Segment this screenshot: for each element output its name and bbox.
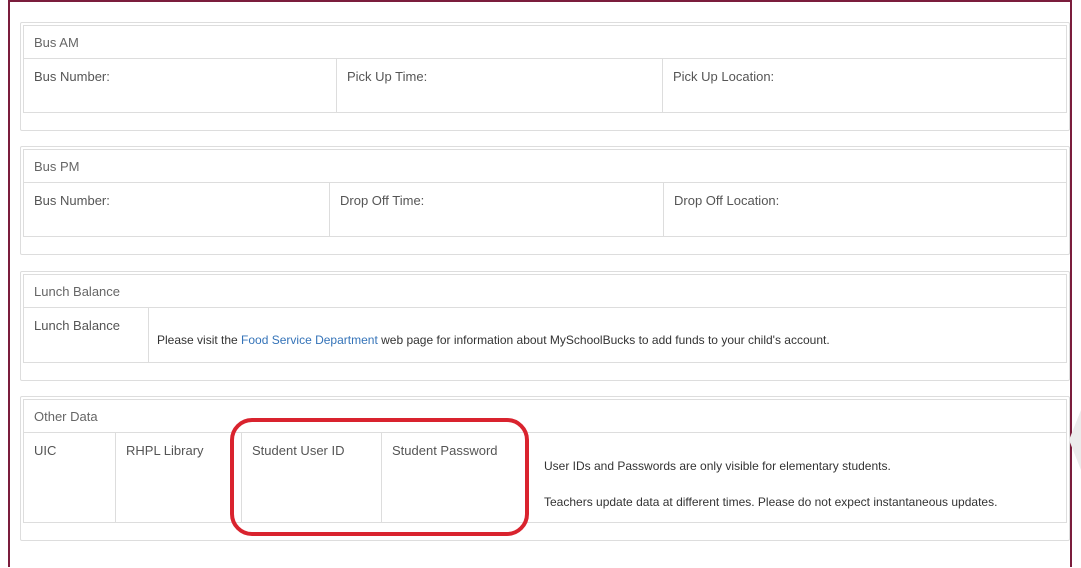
content-frame: Bus AM Bus Number: Pick Up Time: Pick Up… — [8, 0, 1072, 567]
bus-pm-number-cell: Bus Number: — [24, 183, 330, 236]
bus-am-row: Bus Number: Pick Up Time: Pick Up Locati… — [24, 59, 1066, 112]
bus-pm-dropoff-time-cell: Drop Off Time: — [330, 183, 664, 236]
lunch-note-prefix: Please visit the — [157, 333, 242, 347]
food-service-link[interactable]: Food Service Department — [241, 333, 378, 347]
bus-pm-panel: Bus PM Bus Number: Drop Off Time: Drop O… — [20, 146, 1070, 255]
bus-am-panel: Bus AM Bus Number: Pick Up Time: Pick Up… — [20, 22, 1070, 131]
watermark-shape — [1069, 410, 1081, 470]
lunch-note-cell: Please visit the Food Service Department… — [149, 308, 1066, 362]
lunch-row: Lunch Balance Please visit the Food Serv… — [24, 308, 1066, 362]
other-data-notes-cell: User IDs and Passwords are only visible … — [532, 433, 1066, 522]
student-password-cell: Student Password — [392, 443, 498, 458]
rhpl-library-cell: RHPL Library — [116, 433, 242, 522]
other-data-title: Other Data — [24, 400, 1066, 433]
lunch-label-cell: Lunch Balance — [24, 308, 149, 362]
bus-am-table: Bus AM Bus Number: Pick Up Time: Pick Up… — [23, 25, 1067, 113]
lunch-panel: Lunch Balance Lunch Balance Please visit… — [20, 271, 1070, 381]
bus-pm-title: Bus PM — [24, 150, 1066, 183]
student-user-id-cell: Student User ID — [242, 433, 382, 522]
other-data-row: UIC RHPL Library Student User ID Student… — [24, 433, 1066, 522]
bus-pm-row: Bus Number: Drop Off Time: Drop Off Loca… — [24, 183, 1066, 236]
other-data-table: Other Data UIC RHPL Library Student User… — [23, 399, 1067, 523]
notes-line-visibility: User IDs and Passwords are only visible … — [544, 459, 891, 473]
bus-am-number-cell: Bus Number: — [24, 59, 337, 112]
other-data-panel: Other Data UIC RHPL Library Student User… — [20, 396, 1070, 541]
bus-pm-table: Bus PM Bus Number: Drop Off Time: Drop O… — [23, 149, 1067, 237]
notes-line-updates: Teachers update data at different times.… — [544, 495, 998, 509]
bus-am-pickup-time-cell: Pick Up Time: — [337, 59, 663, 112]
bus-am-title: Bus AM — [24, 26, 1066, 59]
lunch-table: Lunch Balance Lunch Balance Please visit… — [23, 274, 1067, 363]
lunch-note-suffix: web page for information about MySchoolB… — [377, 333, 830, 347]
uic-cell: UIC — [24, 433, 116, 522]
lunch-title: Lunch Balance — [24, 275, 1066, 308]
bus-pm-dropoff-location-cell: Drop Off Location: — [674, 193, 780, 208]
bus-am-pickup-location-cell: Pick Up Location: — [673, 69, 775, 84]
